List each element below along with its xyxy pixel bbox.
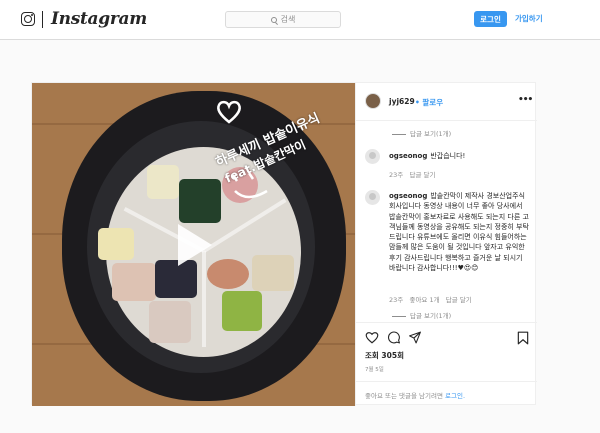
top-nav-bar: Instagram 검색 로그인 가입하기 — [0, 0, 600, 40]
follow-label: 팔로우 — [422, 98, 444, 107]
food-mound — [207, 259, 249, 289]
view-replies-link[interactable]: 답글 보기(1개) — [392, 310, 451, 320]
comments-list: 답글 보기(1개) ogseonog 반갑습니다! 23주 답글 달기 ogseo… — [356, 122, 537, 322]
author-username[interactable]: jyj629 — [389, 97, 415, 106]
view-replies-label: 답글 보기(1개) — [410, 312, 452, 320]
author-avatar[interactable] — [365, 93, 381, 109]
comment-username[interactable]: ogseonog — [389, 192, 427, 200]
bookmark-icon[interactable] — [517, 331, 529, 345]
reply-line — [392, 133, 406, 135]
comment-text: ogseonog 밥솥칸막이 제작사 경보산업주식회사입니다 동영상 내용이 너무… — [389, 191, 529, 273]
reply-button[interactable]: 답글 달기 — [409, 171, 435, 179]
post-header: jyj629 • 팔로우 ••• — [356, 83, 537, 121]
follow-button[interactable]: • 팔로우 — [415, 97, 443, 108]
view-count: 조회 305회 — [365, 351, 404, 360]
signup-link[interactable]: 가입하기 — [515, 13, 543, 24]
instagram-camera-icon[interactable] — [21, 12, 35, 26]
food-cube — [252, 255, 294, 291]
commenter-avatar[interactable] — [365, 149, 380, 164]
comment-likes[interactable]: 좋아요 1개 — [409, 296, 439, 304]
heart-icon[interactable] — [365, 331, 379, 344]
post-actions: 조회 305회 7월 5일 좋아요 또는 댓글을 남기려면 로그인. — [356, 322, 537, 406]
comment-age: 23주 — [389, 296, 404, 304]
food-cube — [112, 263, 156, 301]
comment-icon[interactable] — [387, 331, 401, 344]
share-icon[interactable] — [408, 331, 422, 344]
search-icon — [270, 16, 277, 23]
comment-content: 반갑습니다! — [430, 152, 466, 160]
commenter-avatar[interactable] — [365, 190, 380, 205]
comment-text: ogseonog 반갑습니다! — [389, 151, 529, 161]
comment-meta: 23주 좋아요 1개 답글 달기 — [389, 294, 472, 304]
logo-divider — [42, 11, 43, 28]
post-card: 하루세끼 밥솥이유식 feat.밥솥칸막이 jyj629 • 팔로우 ••• 답… — [31, 82, 537, 406]
heart-doodle-icon — [217, 100, 241, 124]
search-input[interactable]: 검색 — [225, 11, 341, 28]
view-replies-label: 답글 보기(1개) — [410, 130, 452, 138]
comment-age: 23주 — [389, 171, 404, 179]
reply-line — [392, 315, 406, 317]
food-cube — [98, 228, 134, 260]
login-button[interactable]: 로그인 — [474, 11, 507, 27]
comment-content: 밥솥칸막이 제작사 경보산업주식회사입니다 동영상 내용이 너무 좋아 당사에서… — [389, 192, 529, 273]
comment-meta: 23주 답글 달기 — [389, 169, 435, 179]
food-cube — [179, 179, 221, 223]
more-options-icon[interactable]: ••• — [518, 95, 533, 105]
food-cube — [147, 165, 179, 199]
login-prompt-text: 좋아요 또는 댓글을 남기려면 — [365, 392, 443, 400]
post-side-panel: jyj629 • 팔로우 ••• 답글 보기(1개) ogseonog 반갑습니다… — [355, 83, 537, 406]
login-prompt: 좋아요 또는 댓글을 남기려면 로그인. — [356, 381, 537, 407]
food-cube — [149, 301, 191, 343]
view-replies-link[interactable]: 답글 보기(1개) — [392, 128, 451, 138]
comment-username[interactable]: ogseonog — [389, 152, 427, 160]
post-date[interactable]: 7월 5일 — [365, 365, 384, 373]
instagram-wordmark[interactable]: Instagram — [51, 9, 147, 29]
post-video[interactable]: 하루세끼 밥솥이유식 feat.밥솥칸막이 — [32, 83, 355, 406]
smiley-doodle-icon — [231, 172, 268, 199]
play-icon[interactable] — [178, 224, 212, 266]
reply-button[interactable]: 답글 달기 — [446, 296, 472, 304]
search-placeholder: 검색 — [280, 15, 296, 24]
food-cube — [222, 291, 262, 331]
login-link[interactable]: 로그인. — [445, 392, 465, 400]
